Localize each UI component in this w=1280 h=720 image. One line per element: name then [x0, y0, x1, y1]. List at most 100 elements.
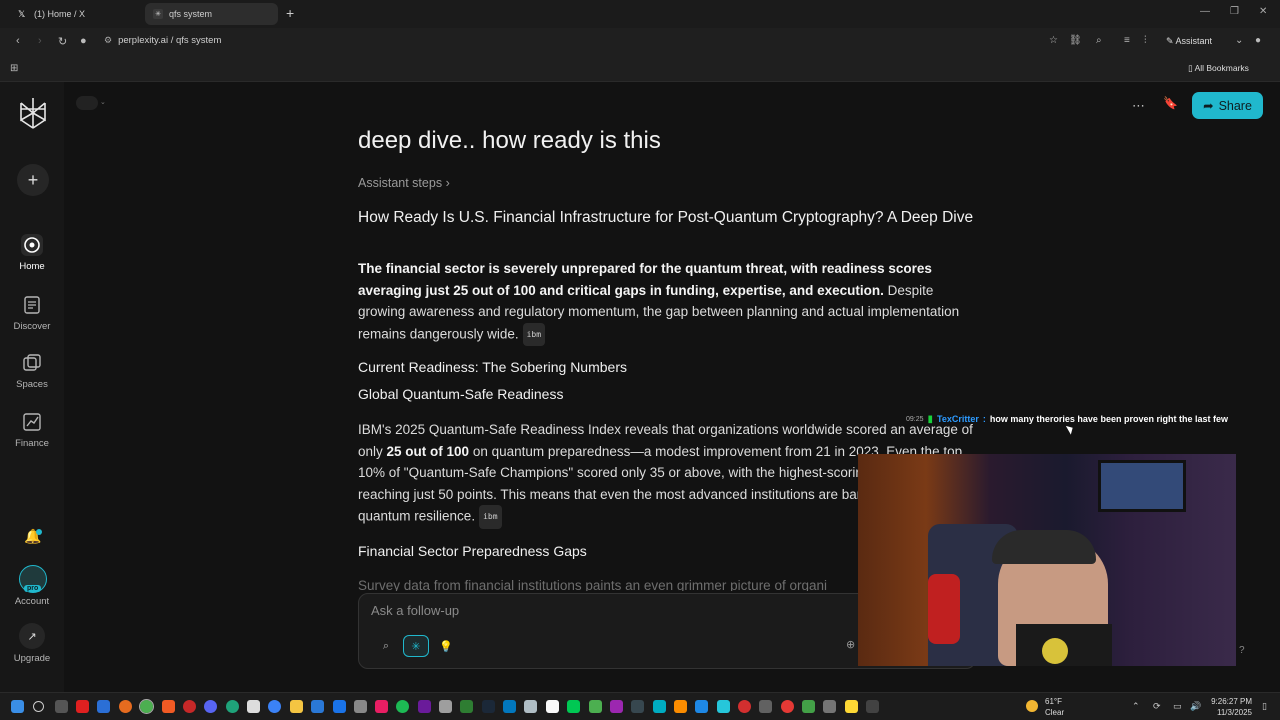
lightbulb-icon[interactable]: 💡	[433, 635, 459, 657]
link-icon[interactable]: ⛓	[1069, 35, 1082, 46]
opera-icon[interactable]	[183, 700, 196, 713]
camera-icon[interactable]	[354, 700, 367, 713]
brave-icon[interactable]	[162, 700, 175, 713]
tab-label: qfs system	[169, 9, 213, 19]
app-icon[interactable]	[97, 700, 110, 713]
minimize-icon[interactable]: —	[1200, 6, 1210, 17]
back-icon[interactable]: ‹	[16, 35, 20, 47]
sidebar: + Home Discover Spaces Finance 🔔 pro Acc…	[0, 82, 64, 692]
more-options-icon[interactable]: ⋯	[1132, 98, 1145, 114]
upgrade-arrow-icon[interactable]: ↗	[19, 623, 45, 649]
app-icon[interactable]	[759, 700, 772, 713]
menu-lines-icon[interactable]: ≡	[1124, 35, 1130, 46]
apps-grid-icon[interactable]: ⊞	[10, 63, 18, 74]
app-icon[interactable]	[268, 700, 281, 713]
sidebar-item-upgrade[interactable]: Upgrade	[0, 653, 64, 664]
search-icon[interactable]	[33, 701, 44, 712]
profile-icon[interactable]: ●	[1255, 35, 1261, 46]
citation-badge[interactable]: ibm	[479, 505, 502, 529]
app-icon[interactable]	[311, 700, 324, 713]
sync-icon[interactable]: ⟳	[1153, 701, 1161, 712]
discord-icon[interactable]	[204, 700, 217, 713]
task-view-icon[interactable]	[55, 700, 68, 713]
chevron-down-icon[interactable]: ⌄	[1235, 35, 1243, 46]
app-icon[interactable]	[503, 700, 516, 713]
file-explorer-icon[interactable]	[290, 700, 303, 713]
citation-badge[interactable]: ibm	[522, 322, 546, 346]
spotify-icon[interactable]	[396, 700, 409, 713]
app-icon[interactable]	[439, 700, 452, 713]
phone-icon[interactable]	[802, 700, 815, 713]
app-icon[interactable]	[375, 700, 388, 713]
x-icon: 𝕏	[18, 9, 26, 19]
edge-icon[interactable]	[226, 700, 239, 713]
windows-start-icon[interactable]	[11, 700, 24, 713]
sidebar-item-account[interactable]: Account	[0, 596, 64, 607]
app-icon[interactable]	[695, 700, 708, 713]
app-icon[interactable]	[738, 700, 751, 713]
steam-icon[interactable]	[482, 700, 495, 713]
new-thread-button[interactable]: +	[17, 164, 49, 196]
search-icon[interactable]: ⌕	[373, 635, 399, 657]
app-icon[interactable]	[866, 700, 879, 713]
reload-icon[interactable]: ↻	[58, 35, 67, 48]
app-icon[interactable]	[546, 700, 559, 713]
tab-home-x[interactable]: 𝕏 (1) Home / X	[10, 3, 140, 25]
weather-temperature: 61°F	[1045, 697, 1062, 706]
followup-input[interactable]	[371, 603, 771, 618]
tab-qfs-system[interactable]: ✳ qfs system	[145, 3, 278, 25]
app-icon[interactable]	[524, 700, 537, 713]
sidebar-item-discover[interactable]: Discover	[0, 294, 64, 332]
firefox-icon[interactable]	[119, 700, 132, 713]
perplexity-logo-icon[interactable]	[18, 96, 48, 130]
maximize-icon[interactable]: ❐	[1230, 6, 1239, 17]
taskbar-clock[interactable]: 9:26:27 PM 11/3/2025	[1206, 696, 1252, 718]
assistant-button[interactable]: ✎ Assistant	[1166, 36, 1212, 47]
discover-icon	[24, 296, 40, 314]
section-heading: Current Readiness: The Sobering Numbers	[358, 359, 627, 375]
finance-icon	[23, 413, 41, 431]
app-icon[interactable]	[823, 700, 836, 713]
sidebar-item-home[interactable]: Home	[0, 234, 64, 272]
chevron-down-icon[interactable]: ⌄	[100, 98, 106, 106]
audio-icon[interactable]: ⫶	[1144, 35, 1147, 46]
app-icon[interactable]	[589, 700, 602, 713]
app-icon[interactable]	[653, 700, 666, 713]
weather-widget[interactable]: 61°F Clear	[1045, 696, 1064, 718]
sidebar-item-finance[interactable]: Finance	[0, 411, 64, 449]
sidebar-item-spaces[interactable]: Spaces	[0, 352, 64, 390]
app-icon[interactable]	[674, 700, 687, 713]
url-field[interactable]: ⚙ perplexity.ai / qfs system	[104, 35, 221, 46]
lens-icon[interactable]: ⌕	[1096, 35, 1102, 46]
globe-icon[interactable]: ⊕	[846, 638, 855, 651]
volume-icon[interactable]: 🔊	[1190, 701, 1201, 712]
app-icon[interactable]	[781, 700, 794, 713]
app-icon[interactable]	[247, 700, 260, 713]
app-icon[interactable]	[631, 700, 644, 713]
notification-icon[interactable]: ▯	[1262, 701, 1267, 712]
forward-icon[interactable]: ›	[38, 35, 42, 47]
app-icon[interactable]	[610, 700, 623, 713]
star-icon[interactable]: ☆	[1049, 35, 1058, 46]
app-icon[interactable]	[418, 700, 431, 713]
app-icon[interactable]	[717, 700, 730, 713]
bookmark-icon[interactable]: 🔖	[1163, 96, 1178, 110]
help-icon[interactable]: ?	[1239, 645, 1245, 656]
app-icon[interactable]	[460, 700, 473, 713]
new-tab-button[interactable]: +	[286, 5, 294, 21]
share-button[interactable]: ➦ Share	[1192, 92, 1263, 119]
app-icon[interactable]	[845, 700, 858, 713]
app-icon[interactable]	[333, 700, 346, 713]
network-icon[interactable]: ▭	[1173, 701, 1182, 712]
chrome-icon[interactable]	[139, 699, 154, 714]
workspace-selector[interactable]	[76, 96, 98, 110]
youtube-icon[interactable]	[76, 700, 89, 713]
microphone-icon[interactable]: ●	[80, 35, 87, 47]
chevron-up-icon[interactable]: ⌃	[1132, 701, 1140, 712]
app-icon[interactable]	[567, 700, 580, 713]
subsection-heading: Global Quantum-Safe Readiness	[358, 386, 564, 402]
close-icon[interactable]: ✕	[1259, 6, 1267, 17]
research-mode-icon[interactable]: ✳	[403, 635, 429, 657]
assistant-steps-toggle[interactable]: Assistant steps ›	[358, 176, 978, 190]
all-bookmarks-button[interactable]: ▯ All Bookmarks	[1188, 63, 1249, 74]
